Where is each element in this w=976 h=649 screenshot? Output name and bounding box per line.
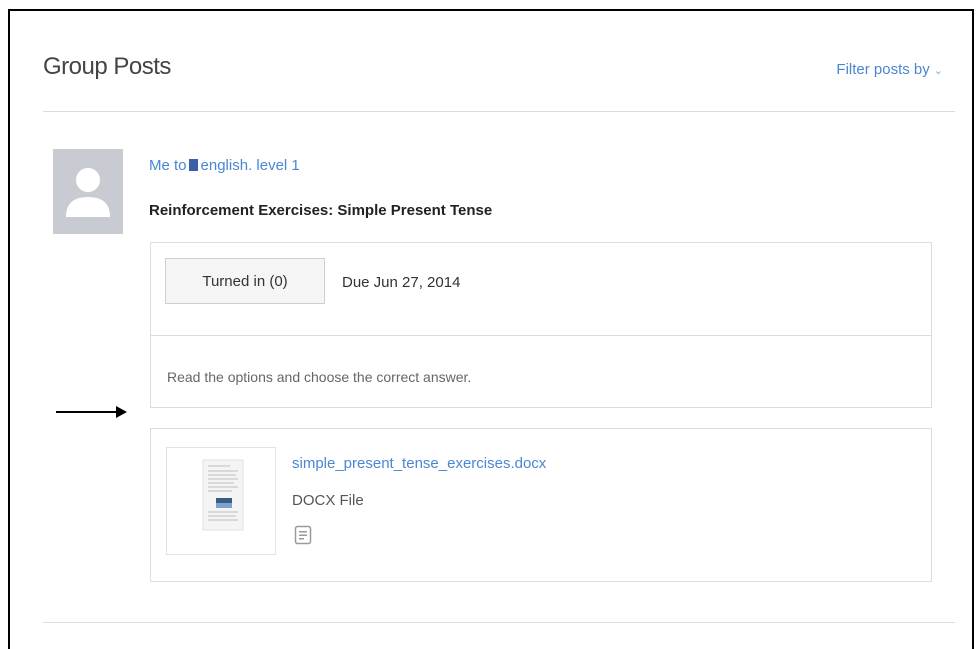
document-icon[interactable]: [293, 525, 313, 545]
document-preview-image: [202, 459, 244, 531]
chevron-down-icon: ⌄: [933, 65, 943, 77]
attachment-file-link[interactable]: simple_present_tense_exercises.docx: [292, 455, 546, 472]
attachment-file-type: DOCX File: [292, 492, 364, 509]
assignment-instructions: Read the options and choose the correct …: [167, 369, 472, 385]
screenshot-frame: Group Posts Filter posts by ⌄ Me to englis…: [8, 9, 974, 649]
post-title: Reinforcement Exercises: Simple Present …: [149, 202, 493, 219]
post-recipients: Me to english. level 1: [149, 157, 300, 174]
filter-posts-dropdown[interactable]: Filter posts by ⌄: [836, 61, 943, 78]
group-link[interactable]: english. level 1: [201, 157, 300, 174]
group-square-icon: [188, 159, 198, 171]
assignment-status-row: Turned in (0) Due Jun 27, 2014: [151, 243, 931, 336]
attachment-card: simple_present_tense_exercises.docx DOCX…: [150, 428, 932, 582]
group-posts-header: Group Posts Filter posts by ⌄: [43, 11, 955, 112]
recipient-connector: to: [174, 157, 187, 174]
turned-in-button[interactable]: Turned in (0): [165, 258, 325, 304]
arrow-right-icon: [56, 406, 127, 418]
page-title: Group Posts: [43, 53, 171, 80]
due-date: Due Jun 27, 2014: [342, 274, 461, 291]
user-silhouette-icon: [66, 168, 110, 217]
attachment-thumbnail[interactable]: [166, 447, 276, 555]
avatar[interactable]: [53, 149, 123, 234]
sender-link[interactable]: Me: [149, 157, 170, 174]
filter-posts-label: Filter posts by: [836, 61, 930, 78]
divider: [43, 622, 955, 623]
assignment-card: Turned in (0) Due Jun 27, 2014 Read the …: [150, 242, 932, 408]
